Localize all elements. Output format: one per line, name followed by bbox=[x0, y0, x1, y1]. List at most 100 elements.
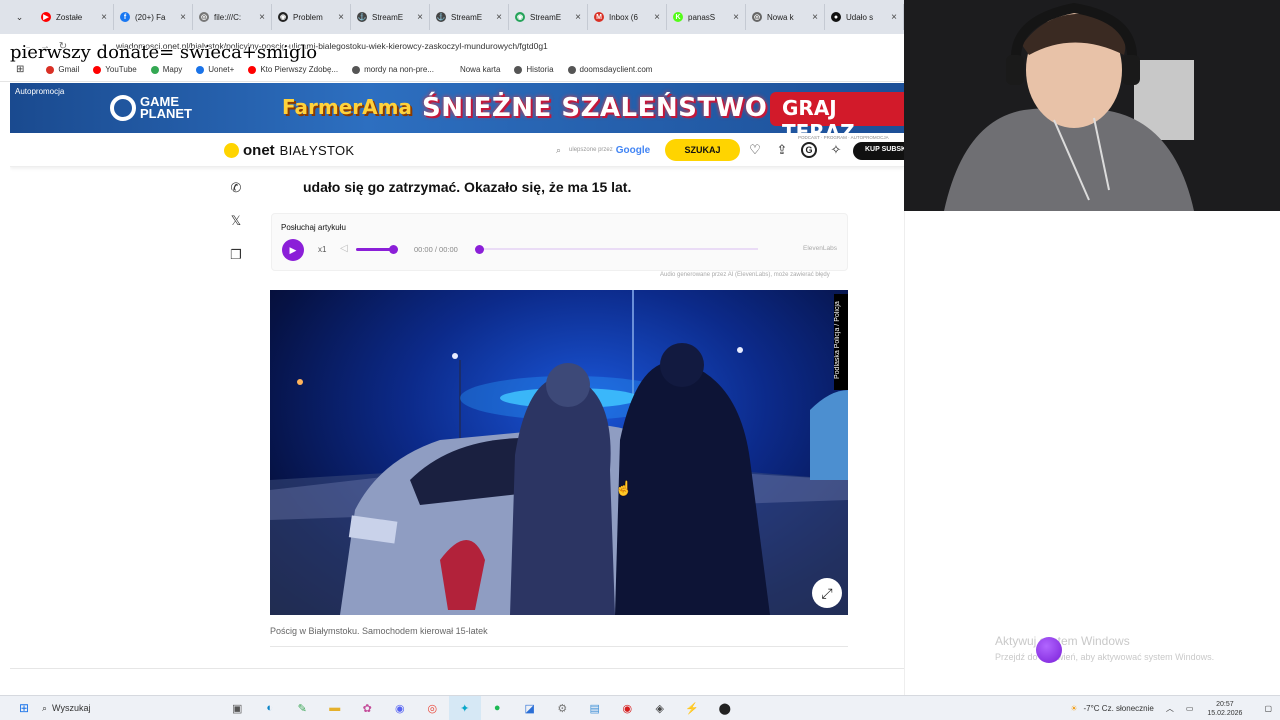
volume-knob[interactable] bbox=[389, 245, 398, 254]
clock[interactable]: 20:57 15.02.2026 bbox=[1207, 700, 1242, 718]
copy-link-icon[interactable]: ❐ bbox=[226, 245, 246, 265]
chrome-icon[interactable]: ◎ bbox=[416, 696, 449, 720]
browser-tab[interactable]: f (20+) Fa × bbox=[114, 4, 193, 30]
browser-tab[interactable]: ◎ Nowa k × bbox=[746, 4, 825, 30]
bookmark-item[interactable]: Uonet+ bbox=[196, 65, 234, 74]
spotify-icon[interactable]: ● bbox=[481, 696, 514, 720]
bookmark-favicon-icon bbox=[46, 65, 55, 74]
edge-icon[interactable]: ◐ bbox=[254, 696, 287, 720]
tab-search-menu-icon[interactable]: ⌄ bbox=[10, 6, 29, 28]
bookmark-label: Mapy bbox=[162, 65, 183, 74]
flash-icon[interactable]: ⚡ bbox=[676, 696, 709, 720]
search-powered: ulepszone przez bbox=[569, 147, 613, 153]
tab-close-icon[interactable]: × bbox=[575, 12, 581, 23]
browser-tab[interactable]: ◉ StreamE × bbox=[509, 4, 588, 30]
city-name: BIAŁYSTOK bbox=[279, 143, 355, 158]
task-view-icon[interactable]: ▣ bbox=[221, 696, 254, 720]
whatsapp-icon[interactable]: ✆ bbox=[226, 178, 246, 198]
tab-label: panasS bbox=[688, 12, 716, 22]
tab-close-icon[interactable]: × bbox=[654, 12, 660, 23]
discord-icon[interactable]: ◉ bbox=[384, 696, 417, 720]
lead-text: udało się go zatrzymać. Okazało się, że … bbox=[303, 179, 632, 195]
bookmark-item[interactable]: Kto Pierwszy Zdobę... bbox=[248, 65, 338, 74]
speed-button[interactable]: x1 bbox=[318, 245, 326, 254]
bell-icon[interactable]: ⇪ bbox=[774, 142, 790, 158]
game-icon[interactable]: ◈ bbox=[644, 696, 677, 720]
weather-text: -7°C Cz. słonecznie bbox=[1083, 704, 1154, 713]
tab-favicon-icon: f bbox=[120, 12, 130, 22]
ad-banner[interactable]: Autopromocja GAME PLANET FarmerAma ŚNIEŻN… bbox=[10, 83, 904, 133]
google-logo: Google bbox=[615, 144, 651, 156]
streamer-image bbox=[904, 0, 1280, 211]
tab-close-icon[interactable]: × bbox=[733, 12, 739, 23]
record-icon[interactable]: ⬤ bbox=[709, 696, 742, 720]
bookmark-item[interactable]: Mapy bbox=[150, 65, 183, 74]
search-input[interactable]: ⌕ ulepszone przez Google bbox=[556, 140, 664, 160]
play-icon[interactable]: ▶ bbox=[282, 239, 304, 261]
search-button[interactable]: SZUKAJ bbox=[665, 139, 740, 161]
tab-close-icon[interactable]: × bbox=[496, 12, 502, 23]
clock-time: 20:57 bbox=[1216, 700, 1234, 708]
night-scene bbox=[270, 290, 848, 615]
browser-tab[interactable]: ● Udało s × bbox=[825, 4, 904, 30]
article-photo[interactable]: Podlaska Policja / Policja ⤢ ☝ bbox=[270, 290, 848, 615]
bookmark-label: Gmail bbox=[58, 65, 80, 74]
notepad-icon[interactable]: ▤ bbox=[579, 696, 612, 720]
volume-slider[interactable] bbox=[356, 248, 393, 251]
bookmark-item[interactable]: YouTube bbox=[93, 65, 137, 74]
tab-close-icon[interactable]: × bbox=[101, 12, 107, 23]
file-explorer-icon[interactable]: ▬ bbox=[319, 696, 352, 720]
photo-caption: Pościg w Białymstoku. Samochodem kierowa… bbox=[270, 626, 488, 636]
browser-tab[interactable]: ▶ Zostałe × bbox=[35, 4, 114, 30]
onet-dot-icon bbox=[224, 143, 239, 158]
tab-close-icon[interactable]: × bbox=[891, 12, 897, 23]
bookmark-label: doomsdayclient.com bbox=[579, 65, 653, 74]
browser-tab[interactable]: KpanasS × bbox=[667, 4, 746, 30]
subscribe-button[interactable]: KUP SUBSK bbox=[853, 142, 904, 160]
start-icon[interactable]: ⊞ bbox=[12, 696, 36, 720]
settings-icon[interactable]: ⚙ bbox=[546, 696, 579, 720]
app-active-icon[interactable]: ✦ bbox=[448, 695, 481, 720]
taskbar-search[interactable]: ⌕ Wyszukaj bbox=[36, 696, 221, 720]
pen-icon[interactable]: ✎ bbox=[286, 696, 319, 720]
notification-icon[interactable]: ▢ bbox=[1264, 704, 1272, 713]
browser-tab[interactable]: ◉ Problem × bbox=[272, 4, 351, 30]
taskbar: ⊞ ⌕ Wyszukaj ▣ ◐ ✎ ▬ ✿ ◉ ◎ ✦ ● ◪ ⚙ ▤ ◉ ◈… bbox=[0, 695, 1280, 720]
browser-tab[interactable]: ⚓ StreamE × bbox=[351, 4, 430, 30]
tab-close-icon[interactable]: × bbox=[417, 12, 423, 23]
tab-close-icon[interactable]: × bbox=[259, 12, 265, 23]
bookmark-item[interactable]: Gmail bbox=[46, 65, 79, 74]
x-share-icon[interactable]: 𝕏 bbox=[226, 211, 246, 231]
browser-tab[interactable]: ◎ file:///C: × bbox=[193, 4, 272, 30]
app-blue-icon[interactable]: ◪ bbox=[514, 696, 547, 720]
bookmark-label: Historia bbox=[526, 65, 554, 74]
browser-tab[interactable]: M Inbox (6 × bbox=[588, 4, 667, 30]
expand-icon[interactable]: ⤢ bbox=[812, 578, 842, 608]
progress-bar[interactable] bbox=[478, 248, 758, 250]
premium-icon[interactable]: G bbox=[801, 142, 817, 158]
tray-chevron-icon[interactable]: ︿ bbox=[1166, 703, 1174, 714]
stream-overlay-text: pierwszy donate= swieca+smiglo bbox=[10, 42, 318, 63]
network-icon[interactable]: ▭ bbox=[1186, 704, 1194, 713]
app-icon[interactable]: ✿ bbox=[351, 696, 384, 720]
tab-close-icon[interactable]: × bbox=[338, 12, 344, 23]
tab-close-icon[interactable]: × bbox=[812, 12, 818, 23]
bookmark-favicon-icon bbox=[447, 65, 456, 74]
apps-grid-icon[interactable]: ⊞ bbox=[16, 64, 24, 75]
play-now-button[interactable]: GRAJ TERAZ bbox=[770, 92, 904, 133]
bookmark-item[interactable]: Historia bbox=[514, 65, 554, 74]
heart-icon[interactable]: ♡ bbox=[747, 142, 763, 158]
onet-logo[interactable]: onet BIAŁYSTOK bbox=[224, 142, 354, 159]
bookmark-item[interactable]: Nowa karta bbox=[447, 65, 500, 74]
bookmark-label: Kto Pierwszy Zdobę... bbox=[260, 65, 339, 74]
bookmark-item[interactable]: doomsdayclient.com bbox=[567, 65, 653, 74]
cursor-highlight-icon bbox=[1036, 637, 1062, 663]
tab-close-icon[interactable]: × bbox=[180, 12, 186, 23]
browser-tab[interactable]: ⚓ StreamE × bbox=[430, 4, 509, 30]
obs-icon[interactable]: ◉ bbox=[611, 696, 644, 720]
volume-icon[interactable]: ◁ bbox=[340, 243, 348, 254]
progress-knob[interactable] bbox=[475, 245, 484, 254]
gift-icon[interactable]: ✧ bbox=[828, 142, 844, 158]
bookmark-item[interactable]: mordy na non-pre... bbox=[352, 65, 434, 74]
ad-label: Autopromocja bbox=[15, 87, 65, 96]
